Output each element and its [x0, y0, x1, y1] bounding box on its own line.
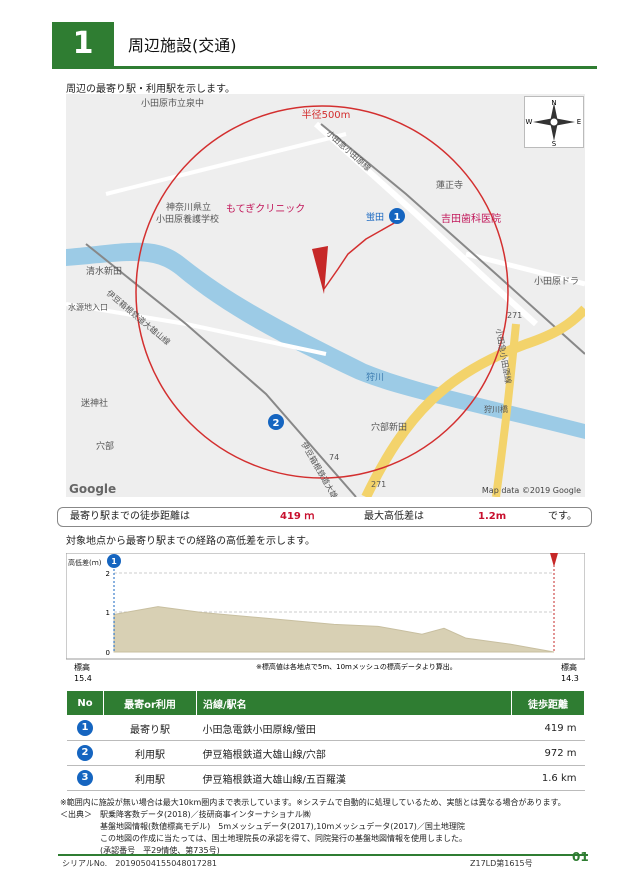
- map-label: 穴部: [96, 440, 114, 452]
- start-value: 15.4: [74, 674, 92, 683]
- map-label: 狩川: [366, 371, 384, 383]
- road-number: 271: [507, 311, 522, 320]
- ytick: 0: [106, 649, 110, 657]
- map-label: 小田原市立泉中: [141, 97, 204, 109]
- height-diff-label: 最大高低差は: [364, 511, 424, 522]
- end-value: 14.3: [561, 674, 579, 683]
- distance-summary: 最寄り駅までの徒歩距離は 419 ｍ 最大高低差は 1.2m です。: [57, 507, 592, 527]
- row-number: 3: [77, 770, 93, 786]
- station-marker-1[interactable]: 1: [389, 208, 405, 224]
- compass-e: E: [577, 118, 581, 126]
- ytick: 2: [106, 570, 110, 578]
- page-number: 01: [572, 850, 589, 864]
- end-label: 標高: [561, 662, 577, 672]
- road: [105, 132, 347, 196]
- station-marker-2-label: 2: [273, 418, 280, 429]
- row-distance: 1.6 km: [511, 765, 585, 791]
- map-label: 伊豆箱根鉄道大雄山線: [105, 288, 173, 347]
- compass-w: W: [526, 118, 533, 126]
- footer-rule: [58, 854, 588, 856]
- map-label: 穴部新田: [371, 421, 407, 433]
- row-station: 小田急電鉄小田原線/螢田: [196, 715, 512, 741]
- road-number: 271: [371, 480, 386, 489]
- map-label: 水源地入口: [68, 302, 108, 312]
- height-diff-value: 1.2m: [478, 511, 507, 522]
- map-label: 小田急小田原線: [325, 128, 373, 173]
- note-line: 基盤地図情報(数値標高モデル) 5mメッシュデータ(2017),10mメッシュデ…: [60, 822, 465, 831]
- table-row: 3 利用駅 伊豆箱根鉄道大雄山線/五百羅漢 1.6 km: [66, 765, 585, 791]
- col-no: No: [66, 690, 104, 716]
- map-svg: 1 2 半径500m 小田原市立泉中 神奈川県立 小田原養護学校 もてぎクリニッ…: [66, 97, 585, 497]
- walk-distance-label: 最寄り駅までの徒歩距離は: [70, 511, 190, 522]
- map-label: 伊豆箱根鉄道大雄山線: [299, 440, 348, 497]
- profile-caption: 対象地点から最寄り駅までの経路の高低差を示します。: [66, 536, 315, 547]
- table-header: No 最寄or利用 沿線/駅名 徒歩距離: [66, 690, 585, 716]
- col-type: 最寄or利用: [103, 690, 197, 716]
- row-distance: 419 m: [511, 715, 585, 741]
- row-station: 伊豆箱根鉄道大雄山線/五百羅漢: [196, 765, 512, 791]
- road-number: 74: [329, 453, 339, 462]
- map-label: 小田原養護学校: [156, 213, 219, 225]
- map-label: 神奈川県立: [166, 201, 211, 213]
- doc-code: Z17LD第1615号: [470, 859, 533, 868]
- profile-note: ※標高値は各地点で5m、10mメッシュの標高データより算出。: [256, 662, 457, 671]
- start-marker-label: 1: [111, 557, 117, 566]
- station-marker-1-label: 1: [394, 212, 401, 223]
- compass: N S W E: [524, 96, 584, 148]
- summary-suffix: です。: [548, 511, 577, 522]
- profile-ylabel: 高低差(ｍ): [68, 558, 102, 567]
- map-label: 小田原ドラ: [534, 276, 579, 287]
- ytick: 1: [106, 609, 110, 617]
- table-row: 2 利用駅 伊豆箱根鉄道大雄山線/穴部 972 m: [66, 740, 585, 766]
- map-label: 狩川橋: [484, 404, 508, 414]
- map-label: 蓮正寺: [436, 179, 463, 191]
- google-logo: Google: [69, 482, 116, 496]
- serial-number: シリアルNo. 20190504155048017281: [62, 859, 217, 868]
- row-station: 伊豆箱根鉄道大雄山線/穴部: [196, 740, 512, 766]
- row-type: 利用駅: [103, 740, 197, 766]
- row-type: 利用駅: [103, 765, 197, 791]
- row-number: 1: [77, 720, 93, 736]
- start-label: 標高: [74, 662, 90, 672]
- col-distance: 徒歩距離: [511, 690, 585, 716]
- walk-distance-value: 419 ｍ: [280, 511, 315, 522]
- row-distance: 972 m: [511, 740, 585, 766]
- note-line: この地図の作成に当たっては、国土地理院長の承認を得て、同院発行の基盤地図情報を使…: [60, 834, 468, 843]
- map-label: 清水新田: [86, 265, 122, 277]
- map-copyright: Map data ©2019 Google: [482, 486, 581, 495]
- route-line: [323, 221, 397, 290]
- elevation-profile: 高低差(ｍ) 2 1 0 1 標高 15.4 標高 14.3 ※標高値は各地点で…: [65, 552, 586, 688]
- header-rule: [52, 66, 597, 69]
- compass-s: S: [552, 140, 557, 147]
- map-view[interactable]: 1 2 半径500m 小田原市立泉中 神奈川県立 小田原養護学校 もてぎクリニッ…: [66, 94, 585, 497]
- station-marker-2[interactable]: 2: [268, 414, 284, 430]
- compass-n: N: [551, 99, 556, 107]
- section-header: 1 周辺施設(交通): [52, 22, 597, 69]
- note-line: ＜出典＞ 駅乗降客数データ(2018)／技研商事インターナショナル㈱: [60, 810, 311, 819]
- note-line: ※範囲内に施設が無い場合は最大10km圏内まで表示しています。※システムで自動的…: [60, 798, 566, 807]
- map-label: もてぎクリニック: [226, 202, 305, 215]
- row-number: 2: [77, 745, 93, 761]
- profile-svg: 高低差(ｍ) 2 1 0 1 標高 15.4 標高 14.3 ※標高値は各地点で…: [65, 552, 586, 683]
- row-type: 最寄り駅: [103, 715, 197, 741]
- col-station: 沿線/駅名: [196, 690, 512, 716]
- radius-label: 半径500m: [302, 108, 351, 121]
- section-number: 1: [52, 22, 114, 66]
- notes: ※範囲内に施設が無い場合は最大10km圏内まで表示しています。※システムで自動的…: [60, 797, 566, 857]
- map-label: 迷神社: [81, 397, 108, 409]
- radius-circle: [135, 105, 509, 479]
- station-table: No 最寄or利用 沿線/駅名 徒歩距離 1 最寄り駅 小田急電鉄小田原線/螢田…: [66, 690, 585, 791]
- map-label: 吉田歯科医院: [441, 212, 501, 225]
- map-caption: 周辺の最寄り駅・利用駅を示します。: [66, 84, 235, 95]
- table-row: 1 最寄り駅 小田急電鉄小田原線/螢田 419 m: [66, 715, 585, 741]
- compass-icon: N S W E: [526, 99, 582, 148]
- section-title: 周辺施設(交通): [128, 36, 237, 55]
- map-label: 蛍田: [366, 211, 384, 223]
